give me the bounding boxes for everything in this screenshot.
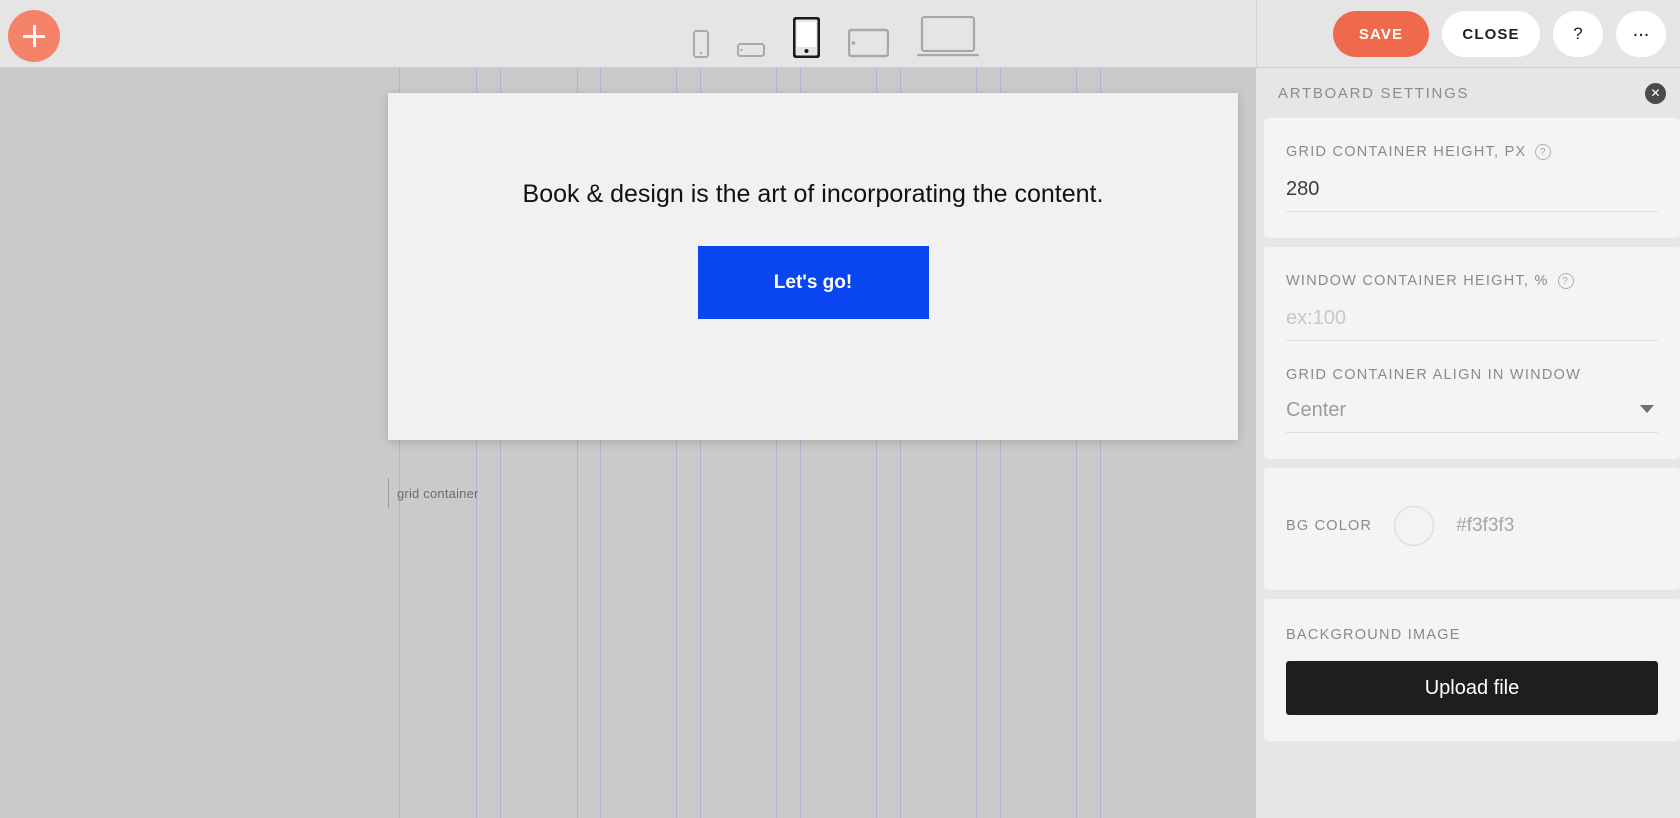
window-height-input[interactable] [1286, 305, 1658, 341]
grid-container-label-text: grid container [397, 485, 479, 501]
artboard[interactable]: Book & design is the art of incorporatin… [388, 93, 1238, 440]
device-switcher [690, 0, 982, 68]
device-desktop[interactable] [914, 16, 982, 68]
window-height-label: WINDOW CONTAINER HEIGHT, % ? [1286, 273, 1658, 289]
grid-container-label: grid container [388, 478, 479, 508]
plus-icon-vertical [32, 25, 36, 47]
top-toolbar: SAVE CLOSE ? ... [0, 0, 1680, 68]
align-select-value[interactable]: Center [1286, 397, 1658, 432]
bg-color-row: BG COLOR #f3f3f3 [1286, 506, 1658, 546]
section-bg-color: BG COLOR #f3f3f3 [1264, 468, 1680, 590]
bg-color-label: BG COLOR [1286, 518, 1373, 534]
grid-height-input[interactable] [1286, 176, 1658, 212]
upload-file-button[interactable]: Upload file [1286, 661, 1658, 715]
toolbar-actions: SAVE CLOSE ? ... [1333, 11, 1666, 57]
grid-label-tick [388, 478, 389, 508]
artboard-settings-panel: ARTBOARD SETTINGS ✕ GRID CONTAINER HEIGH… [1256, 68, 1680, 818]
help-icon[interactable]: ? [1557, 273, 1574, 289]
hero-cta-button[interactable]: Let's go! [697, 246, 929, 319]
artboard-editor-app: SAVE CLOSE ? ... Book & design is the ar… [0, 0, 1680, 818]
section-grid-height: GRID CONTAINER HEIGHT, PX ? [1264, 118, 1680, 238]
window-height-label-text: WINDOW CONTAINER HEIGHT, % [1286, 273, 1549, 289]
bg-color-swatch[interactable] [1394, 506, 1435, 546]
desktop-icon [917, 16, 979, 57]
artboard-content: Book & design is the art of incorporatin… [388, 93, 1238, 440]
align-label: GRID CONTAINER ALIGN IN WINDOW [1286, 367, 1658, 383]
phone-landscape-icon [737, 43, 765, 57]
close-button[interactable]: CLOSE [1442, 11, 1540, 57]
section-window-height: WINDOW CONTAINER HEIGHT, % ? GRID CONTAI… [1264, 247, 1680, 459]
editor-canvas[interactable]: Book & design is the art of incorporatin… [0, 68, 1256, 818]
section-background-image: BACKGROUND IMAGE Upload file [1264, 599, 1680, 741]
panel-header: ARTBOARD SETTINGS ✕ [1264, 68, 1680, 118]
background-image-label-text: BACKGROUND IMAGE [1286, 627, 1461, 643]
close-panel-button[interactable]: ✕ [1645, 82, 1666, 104]
device-tablet-landscape[interactable] [845, 28, 892, 68]
panel-title: ARTBOARD SETTINGS [1278, 84, 1470, 102]
save-button[interactable]: SAVE [1333, 11, 1429, 57]
grid-height-label-text: GRID CONTAINER HEIGHT, PX [1286, 144, 1527, 160]
grid-height-label: GRID CONTAINER HEIGHT, PX ? [1286, 144, 1658, 160]
bg-color-hex[interactable]: #f3f3f3 [1456, 515, 1514, 537]
help-button[interactable]: ? [1553, 11, 1603, 57]
more-options-button[interactable]: ... [1616, 11, 1666, 57]
device-phone-landscape[interactable] [734, 41, 768, 68]
device-phone-portrait[interactable] [690, 30, 712, 68]
align-label-text: GRID CONTAINER ALIGN IN WINDOW [1286, 367, 1582, 383]
align-select[interactable]: Center [1286, 397, 1658, 433]
phone-portrait-icon [693, 30, 709, 58]
hero-title: Book & design is the art of incorporatin… [522, 180, 1104, 208]
tablet-landscape-icon [848, 28, 889, 58]
tablet-portrait-icon [793, 17, 820, 58]
help-icon[interactable]: ? [1535, 144, 1552, 160]
add-button[interactable] [8, 10, 60, 62]
background-image-label: BACKGROUND IMAGE [1286, 627, 1658, 643]
device-tablet-portrait[interactable] [790, 17, 823, 68]
toolbar-divider [1256, 0, 1257, 68]
